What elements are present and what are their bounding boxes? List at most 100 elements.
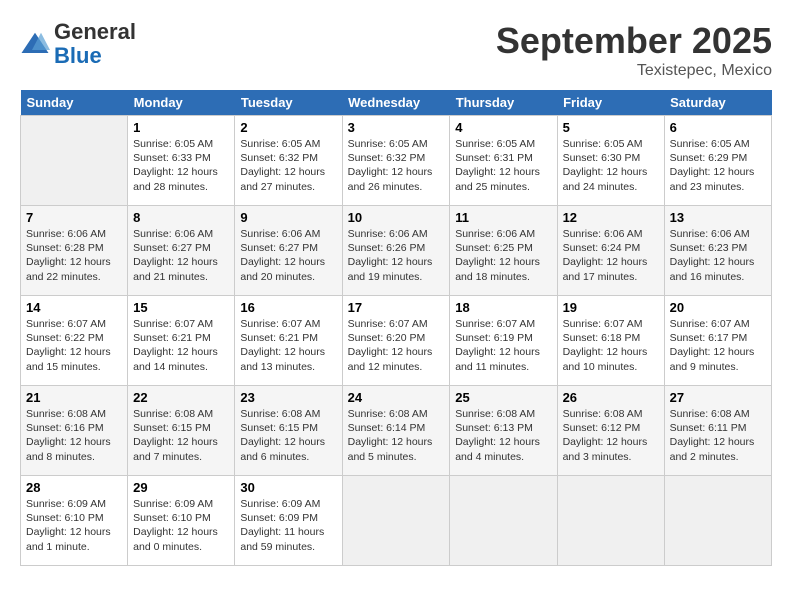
- day-info: Sunrise: 6:08 AM Sunset: 6:16 PM Dayligh…: [26, 407, 122, 464]
- day-number: 22: [133, 390, 229, 405]
- day-cell: 26 Sunrise: 6:08 AM Sunset: 6:12 PM Dayli…: [557, 386, 664, 476]
- day-cell: [557, 476, 664, 566]
- title-block: September 2025 Texistepec, Mexico: [496, 20, 772, 80]
- day-number: 26: [563, 390, 659, 405]
- day-cell: [342, 476, 450, 566]
- day-number: 9: [240, 210, 336, 225]
- calendar-table: SundayMondayTuesdayWednesdayThursdayFrid…: [20, 90, 772, 566]
- day-cell: 23 Sunrise: 6:08 AM Sunset: 6:15 PM Dayli…: [235, 386, 342, 476]
- col-header-tuesday: Tuesday: [235, 90, 342, 116]
- day-number: 20: [670, 300, 766, 315]
- day-number: 10: [348, 210, 445, 225]
- day-number: 1: [133, 120, 229, 135]
- day-info: Sunrise: 6:08 AM Sunset: 6:14 PM Dayligh…: [348, 407, 445, 464]
- day-number: 28: [26, 480, 122, 495]
- day-cell: 19 Sunrise: 6:07 AM Sunset: 6:18 PM Dayli…: [557, 296, 664, 386]
- day-cell: 15Sunrise: 6:07 AM Sunset: 6:21 PM Dayli…: [128, 296, 235, 386]
- day-info: Sunrise: 6:07 AM Sunset: 6:17 PM Dayligh…: [670, 317, 766, 374]
- day-number: 27: [670, 390, 766, 405]
- day-info: Sunrise: 6:05 AM Sunset: 6:31 PM Dayligh…: [455, 137, 551, 194]
- day-cell: 8 Sunrise: 6:06 AM Sunset: 6:27 PM Daylig…: [128, 206, 235, 296]
- day-info: Sunrise: 6:08 AM Sunset: 6:11 PM Dayligh…: [670, 407, 766, 464]
- day-info: Sunrise: 6:06 AM Sunset: 6:27 PM Dayligh…: [240, 227, 336, 284]
- day-number: 15: [133, 300, 229, 315]
- day-info: Sunrise: 6:07 AM Sunset: 6:20 PM Dayligh…: [348, 317, 445, 374]
- day-cell: 17 Sunrise: 6:07 AM Sunset: 6:20 PM Dayli…: [342, 296, 450, 386]
- logo-icon: [20, 29, 50, 59]
- day-cell: [664, 476, 771, 566]
- day-cell: 7 Sunrise: 6:06 AM Sunset: 6:28 PM Daylig…: [21, 206, 128, 296]
- day-number: 19: [563, 300, 659, 315]
- day-number: 29: [133, 480, 229, 495]
- day-info: Sunrise: 6:09 AM Sunset: 6:10 PM Dayligh…: [26, 497, 122, 554]
- day-cell: 24Sunrise: 6:08 AM Sunset: 6:14 PM Dayli…: [342, 386, 450, 476]
- day-info: Sunrise: 6:06 AM Sunset: 6:24 PM Dayligh…: [563, 227, 659, 284]
- day-number: 6: [670, 120, 766, 135]
- col-header-saturday: Saturday: [664, 90, 771, 116]
- week-row-1: 1Sunrise: 6:05 AM Sunset: 6:33 PM Daylig…: [21, 116, 772, 206]
- day-info: Sunrise: 6:05 AM Sunset: 6:32 PM Dayligh…: [348, 137, 445, 194]
- day-cell: 3 Sunrise: 6:05 AM Sunset: 6:32 PM Daylig…: [342, 116, 450, 206]
- day-cell: 5Sunrise: 6:05 AM Sunset: 6:30 PM Daylig…: [557, 116, 664, 206]
- day-number: 12: [563, 210, 659, 225]
- day-info: Sunrise: 6:05 AM Sunset: 6:30 PM Dayligh…: [563, 137, 659, 194]
- day-cell: 6 Sunrise: 6:05 AM Sunset: 6:29 PM Daylig…: [664, 116, 771, 206]
- day-info: Sunrise: 6:06 AM Sunset: 6:23 PM Dayligh…: [670, 227, 766, 284]
- page-header: General Blue September 2025 Texistepec, …: [20, 20, 772, 80]
- day-number: 4: [455, 120, 551, 135]
- day-cell: 4 Sunrise: 6:05 AM Sunset: 6:31 PM Daylig…: [450, 116, 557, 206]
- day-cell: [450, 476, 557, 566]
- day-cell: 30 Sunrise: 6:09 AM Sunset: 6:09 PM Dayli…: [235, 476, 342, 566]
- day-cell: 28 Sunrise: 6:09 AM Sunset: 6:10 PM Dayli…: [21, 476, 128, 566]
- day-number: 30: [240, 480, 336, 495]
- day-info: Sunrise: 6:06 AM Sunset: 6:26 PM Dayligh…: [348, 227, 445, 284]
- col-header-sunday: Sunday: [21, 90, 128, 116]
- week-row-3: 14Sunrise: 6:07 AM Sunset: 6:22 PM Dayli…: [21, 296, 772, 386]
- day-cell: 1Sunrise: 6:05 AM Sunset: 6:33 PM Daylig…: [128, 116, 235, 206]
- day-info: Sunrise: 6:05 AM Sunset: 6:32 PM Dayligh…: [240, 137, 336, 194]
- day-info: Sunrise: 6:05 AM Sunset: 6:29 PM Dayligh…: [670, 137, 766, 194]
- day-cell: 12 Sunrise: 6:06 AM Sunset: 6:24 PM Dayli…: [557, 206, 664, 296]
- day-cell: [21, 116, 128, 206]
- col-header-wednesday: Wednesday: [342, 90, 450, 116]
- day-cell: 22 Sunrise: 6:08 AM Sunset: 6:15 PM Dayli…: [128, 386, 235, 476]
- day-info: Sunrise: 6:07 AM Sunset: 6:18 PM Dayligh…: [563, 317, 659, 374]
- day-number: 17: [348, 300, 445, 315]
- col-header-friday: Friday: [557, 90, 664, 116]
- day-info: Sunrise: 6:06 AM Sunset: 6:27 PM Dayligh…: [133, 227, 229, 284]
- logo: General Blue: [20, 20, 136, 68]
- day-number: 7: [26, 210, 122, 225]
- day-cell: 25 Sunrise: 6:08 AM Sunset: 6:13 PM Dayli…: [450, 386, 557, 476]
- day-info: Sunrise: 6:08 AM Sunset: 6:15 PM Dayligh…: [133, 407, 229, 464]
- day-info: Sunrise: 6:08 AM Sunset: 6:13 PM Dayligh…: [455, 407, 551, 464]
- location: Texistepec, Mexico: [496, 62, 772, 80]
- day-info: Sunrise: 6:09 AM Sunset: 6:09 PM Dayligh…: [240, 497, 336, 554]
- day-cell: 14Sunrise: 6:07 AM Sunset: 6:22 PM Dayli…: [21, 296, 128, 386]
- day-number: 2: [240, 120, 336, 135]
- day-number: 8: [133, 210, 229, 225]
- day-number: 18: [455, 300, 551, 315]
- day-number: 25: [455, 390, 551, 405]
- day-cell: 11Sunrise: 6:06 AM Sunset: 6:25 PM Dayli…: [450, 206, 557, 296]
- day-cell: 20 Sunrise: 6:07 AM Sunset: 6:17 PM Dayli…: [664, 296, 771, 386]
- day-cell: 2 Sunrise: 6:05 AM Sunset: 6:32 PM Daylig…: [235, 116, 342, 206]
- day-number: 3: [348, 120, 445, 135]
- day-number: 23: [240, 390, 336, 405]
- week-row-5: 28 Sunrise: 6:09 AM Sunset: 6:10 PM Dayli…: [21, 476, 772, 566]
- header-row: SundayMondayTuesdayWednesdayThursdayFrid…: [21, 90, 772, 116]
- day-info: Sunrise: 6:07 AM Sunset: 6:21 PM Dayligh…: [240, 317, 336, 374]
- col-header-thursday: Thursday: [450, 90, 557, 116]
- day-info: Sunrise: 6:06 AM Sunset: 6:28 PM Dayligh…: [26, 227, 122, 284]
- day-info: Sunrise: 6:09 AM Sunset: 6:10 PM Dayligh…: [133, 497, 229, 554]
- day-number: 21: [26, 390, 122, 405]
- day-cell: 21 Sunrise: 6:08 AM Sunset: 6:16 PM Dayli…: [21, 386, 128, 476]
- col-header-monday: Monday: [128, 90, 235, 116]
- day-info: Sunrise: 6:06 AM Sunset: 6:25 PM Dayligh…: [455, 227, 551, 284]
- day-number: 16: [240, 300, 336, 315]
- logo-text: General Blue: [54, 20, 136, 68]
- day-info: Sunrise: 6:08 AM Sunset: 6:15 PM Dayligh…: [240, 407, 336, 464]
- day-cell: 9 Sunrise: 6:06 AM Sunset: 6:27 PM Daylig…: [235, 206, 342, 296]
- day-cell: 16 Sunrise: 6:07 AM Sunset: 6:21 PM Dayli…: [235, 296, 342, 386]
- day-cell: 29 Sunrise: 6:09 AM Sunset: 6:10 PM Dayli…: [128, 476, 235, 566]
- day-info: Sunrise: 6:08 AM Sunset: 6:12 PM Dayligh…: [563, 407, 659, 464]
